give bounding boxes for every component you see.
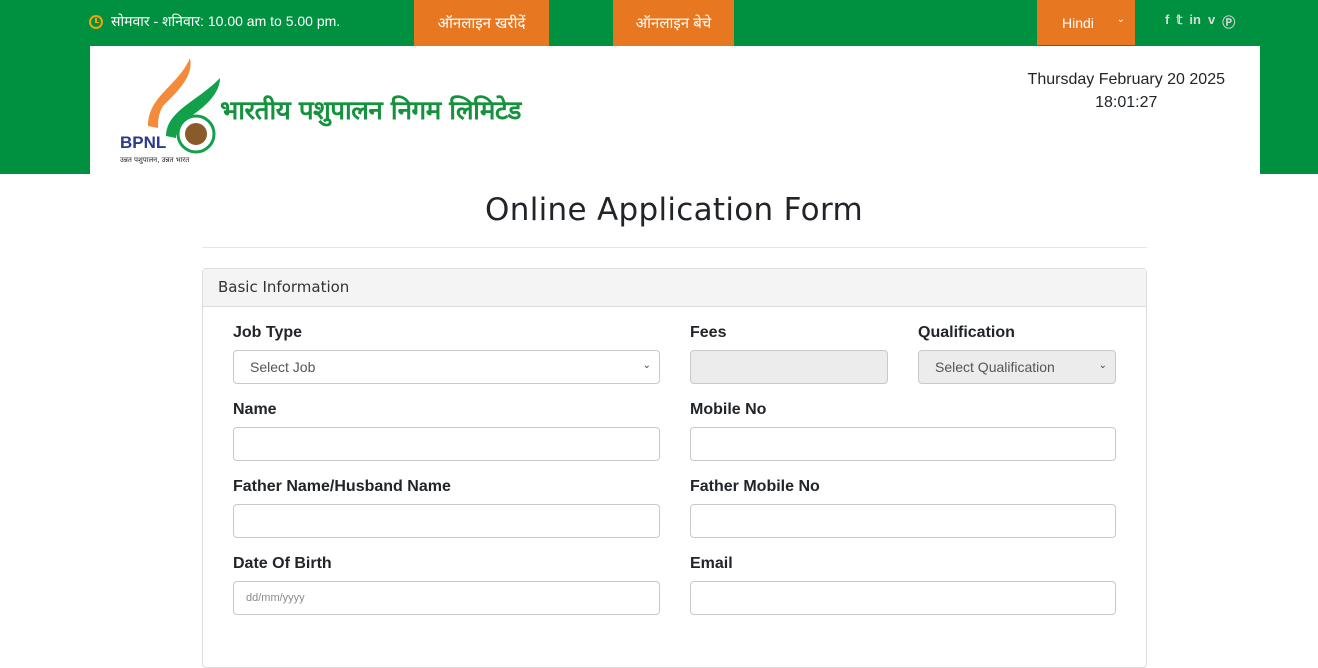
job-type-label: Job Type [233, 324, 303, 341]
name-input[interactable] [233, 427, 660, 461]
dob-input[interactable]: dd/mm/yyyy [233, 581, 660, 615]
office-hours: सोमवार - शनिवार: 10.00 am to 5.00 pm. [89, 12, 340, 31]
father-mobile-input[interactable] [690, 504, 1116, 538]
chevron-down-icon: ⌄ [1098, 360, 1107, 371]
father-name-input[interactable] [233, 504, 660, 538]
email-label: Email [690, 555, 733, 572]
page-title: Online Application Form [485, 192, 863, 228]
social-links: f 𝕥 in v Ⓟ [1165, 12, 1235, 31]
email-input[interactable] [690, 581, 1116, 615]
fees-field[interactable] [690, 350, 888, 384]
divider [202, 247, 1147, 248]
language-value: Hindi [1062, 14, 1094, 31]
twitter-icon[interactable]: 𝕥 [1176, 12, 1182, 31]
buy-online-button[interactable]: ऑनलाइन खरीदें [414, 0, 549, 46]
qualification-value: Select Qualification [935, 359, 1055, 375]
linkedin-icon[interactable]: in [1189, 12, 1201, 31]
section-title: Basic Information [203, 269, 1146, 307]
current-time: 18:01:27 [1095, 94, 1158, 111]
fees-label: Fees [690, 324, 727, 341]
top-bar: सोमवार - शनिवार: 10.00 am to 5.00 pm. ऑन… [0, 0, 1318, 46]
office-hours-text: सोमवार - शनिवार: 10.00 am to 5.00 pm. [111, 13, 341, 29]
chevron-down-icon: ⌄ [1116, 14, 1125, 25]
bpnl-logo[interactable]: BPNL उन्नत पशुपालन, उन्नत भारत [118, 56, 228, 166]
dob-label: Date Of Birth [233, 555, 332, 572]
language-select[interactable]: Hindi ⌄ [1037, 0, 1135, 45]
current-datetime: Thursday February 20 2025 18:01:27 [1028, 68, 1225, 114]
job-type-select[interactable]: Select Job ⌄ [233, 350, 660, 384]
name-label: Name [233, 401, 277, 418]
father-name-label: Father Name/Husband Name [233, 478, 451, 495]
organization-name: भारतीय पशुपालन निगम लिमिटेड [220, 96, 521, 126]
mobile-input[interactable] [690, 427, 1116, 461]
qualification-label: Qualification [918, 324, 1015, 341]
vimeo-icon[interactable]: v [1208, 12, 1215, 31]
clock-icon [89, 14, 103, 29]
facebook-icon[interactable]: f [1165, 12, 1169, 31]
sell-online-button[interactable]: ऑनलाइन बेचे [613, 0, 734, 46]
logo-text: BPNL [120, 133, 166, 152]
site-header: BPNL उन्नत पशुपालन, उन्नत भारत भारतीय पश… [90, 46, 1260, 174]
qualification-select[interactable]: Select Qualification ⌄ [918, 350, 1116, 384]
logo-tagline: उन्नत पशुपालन, उन्नत भारत [120, 156, 190, 164]
chevron-down-icon: ⌄ [642, 360, 651, 371]
mobile-label: Mobile No [690, 401, 767, 418]
father-mobile-label: Father Mobile No [690, 478, 820, 495]
job-type-value: Select Job [250, 359, 316, 375]
current-date: Thursday February 20 2025 [1027, 71, 1225, 88]
skype-icon[interactable]: Ⓟ [1222, 12, 1235, 31]
